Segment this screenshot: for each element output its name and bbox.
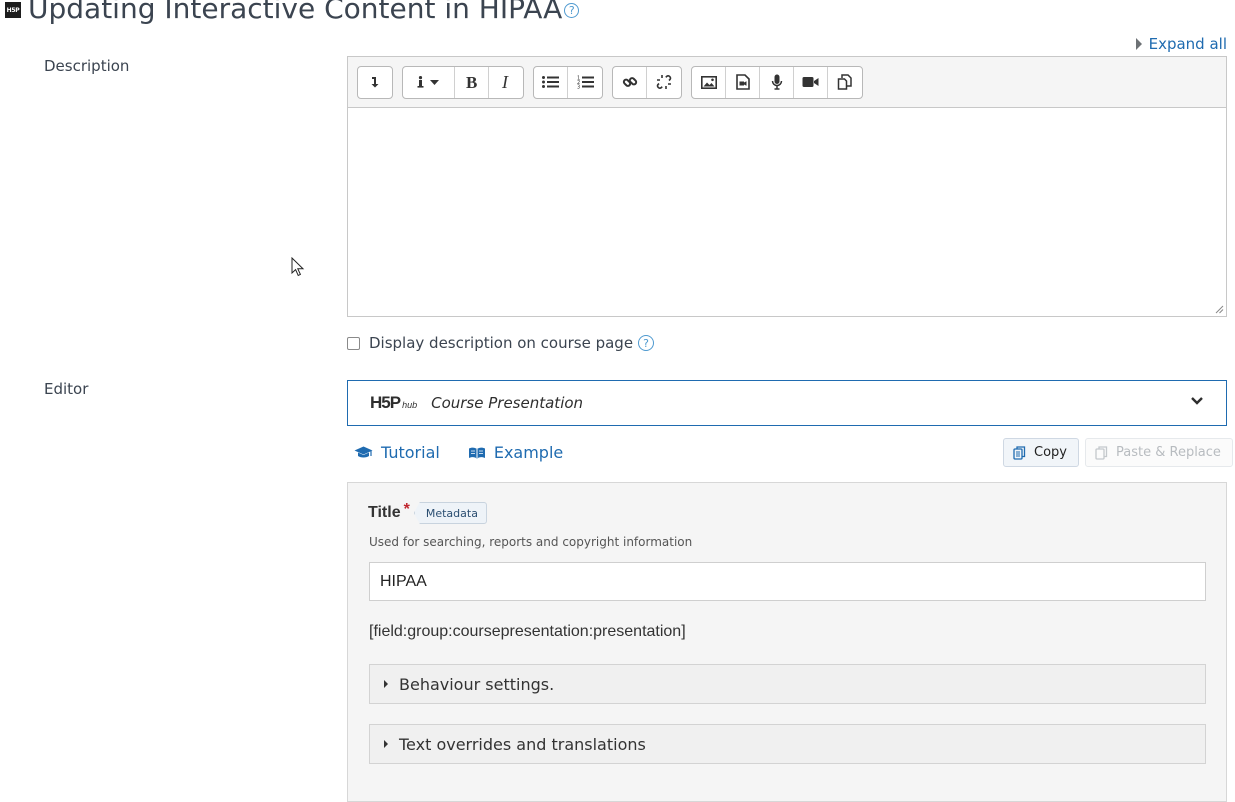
title-input[interactable]: HIPAA [369,562,1206,601]
manage-files-button[interactable] [828,67,862,98]
text-overrides-section[interactable]: Text overrides and translations [369,724,1206,764]
toolbar-group-style: B I [402,65,524,99]
presentation-field-placeholder: [field:group:coursepresentation:presenta… [369,623,686,640]
display-description-checkbox[interactable] [347,336,360,350]
toolbar-group-collapse [357,65,393,99]
svg-text:B: B [466,75,477,89]
ordered-list-button[interactable]: 123 [568,67,602,98]
unlink-icon [656,75,672,89]
italic-button[interactable]: I [489,67,523,98]
behaviour-settings-label: Behaviour settings. [399,674,555,694]
page-heading: H5P Updating Interactive Content in HIPA… [5,0,580,28]
h5p-module-icon: H5P [5,2,21,18]
bold-icon: B [466,75,477,89]
italic-icon: I [501,75,509,89]
collapse-toolbar-button[interactable] [358,67,392,98]
media-file-icon [735,74,750,90]
open-book-icon [468,447,485,459]
toolbar-group-links [612,65,682,99]
toolbar-group-media [691,65,863,99]
microphone-icon [771,74,782,90]
triangle-right-icon [1135,38,1142,50]
title-description: Used for searching, reports and copyrigh… [369,535,693,549]
caret-right-icon [384,680,388,688]
files-icon [837,74,852,90]
description-editor: B I 123 [347,56,1227,317]
display-description-label[interactable]: Display description on course page [369,334,633,352]
info-dropdown-icon [417,76,439,88]
copy-button[interactable]: Copy [1003,438,1079,467]
link-icon [622,77,637,87]
svg-text:3: 3 [577,85,580,90]
mouse-cursor-icon [291,257,305,277]
tutorial-label: Tutorial [381,443,440,462]
title-field-header: Title * Metadata [368,501,487,524]
toolbar-group-lists: 123 [533,65,603,99]
h5p-logo-text: H5P [370,393,401,412]
text-overrides-label: Text overrides and translations [399,734,646,754]
example-link[interactable]: Example [468,443,563,462]
record-audio-button[interactable] [760,66,794,98]
insert-image-button[interactable] [692,66,726,98]
help-icon[interactable]: ? [638,335,655,351]
video-camera-icon [802,77,819,87]
caret-right-icon [384,740,388,748]
insert-media-button[interactable] [726,66,760,98]
page-title: Updating Interactive Content in HIPAA [28,0,563,25]
h5p-hub-selector[interactable]: H5P hub Course Presentation [347,380,1227,426]
graduation-cap-icon [354,446,373,458]
paste-replace-button[interactable]: Paste & Replace [1085,438,1233,467]
resize-grip-icon[interactable] [1215,305,1224,314]
expand-all-link[interactable]: Expand all [1135,35,1227,53]
unordered-list-button[interactable] [534,66,568,98]
title-label: Title [368,504,401,521]
expand-all-label: Expand all [1148,35,1227,53]
help-links: Tutorial Example [354,443,591,462]
h5p-hub-logo: H5P hub [370,393,417,413]
editor-label: Editor [44,380,89,398]
metadata-button[interactable]: Metadata [413,502,487,524]
h5p-editor-form: Title * Metadata Used for searching, rep… [347,482,1227,802]
hub-logo-text: hub [402,400,418,410]
behaviour-settings-section[interactable]: Behaviour settings. [369,664,1206,704]
copy-label: Copy [1034,445,1067,460]
copy-icon [1013,445,1026,460]
link-button[interactable] [613,66,647,98]
unlink-button[interactable] [647,67,681,98]
chevron-down-icon[interactable] [1190,396,1204,406]
help-icon[interactable]: ? [564,2,580,18]
numbered-list-icon: 123 [577,76,594,90]
paste-icon [1095,445,1108,460]
bold-button[interactable]: B [455,66,489,98]
description-editable-area[interactable] [348,108,1226,316]
description-label: Description [44,57,130,75]
record-video-button[interactable] [794,66,828,98]
editor-toolbar: B I 123 [348,57,1226,108]
display-description-row: Display description on course page ? [347,334,655,352]
paste-replace-label: Paste & Replace [1116,445,1221,460]
paragraph-styles-button[interactable] [403,66,455,98]
image-icon [700,75,717,89]
example-label: Example [493,443,564,462]
bullet-list-icon [542,76,559,88]
collapse-arrow-icon [371,77,379,88]
content-type-title: Course Presentation [431,394,584,412]
required-asterisk: * [403,501,410,518]
tutorial-link[interactable]: Tutorial [354,443,440,462]
svg-text:I: I [501,75,509,89]
